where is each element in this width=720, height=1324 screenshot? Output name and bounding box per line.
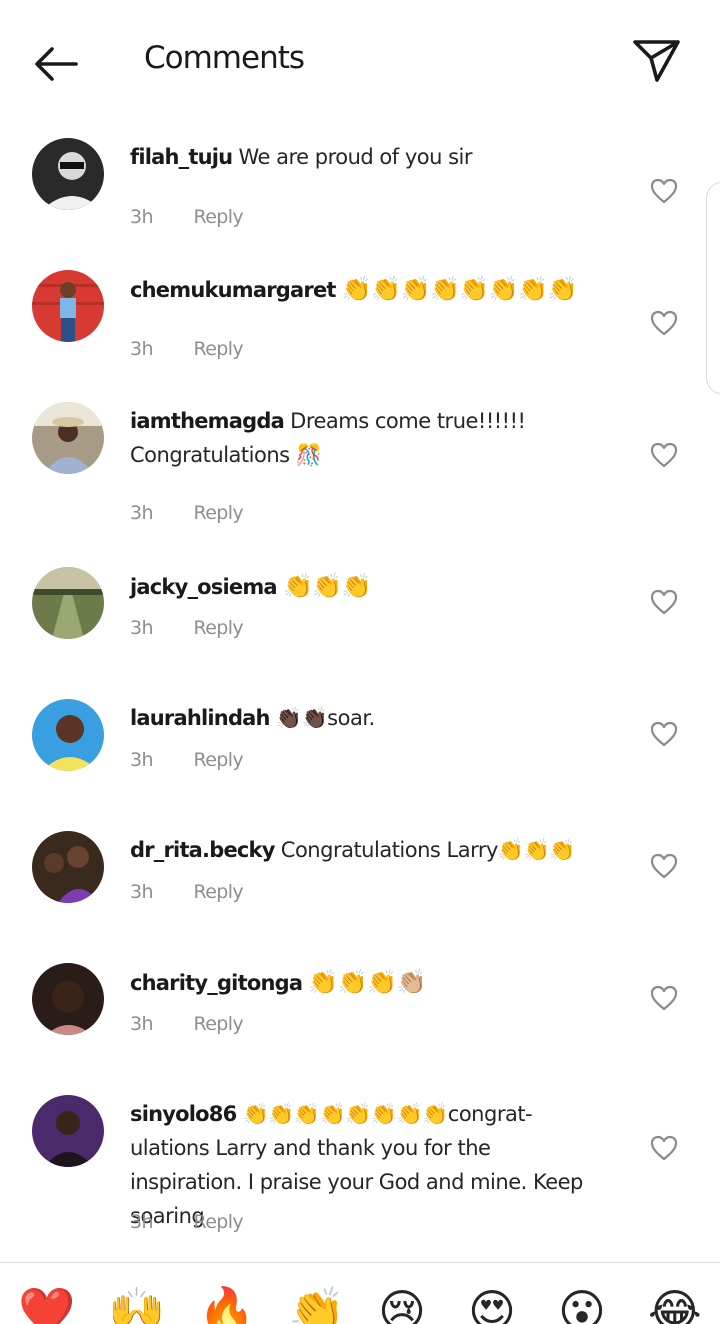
avatar[interactable] [32, 270, 104, 342]
comment-time: 3h [130, 1013, 154, 1035]
comment-body: 👏🏿👏🏿soar. [275, 706, 375, 730]
comment-time: 3h [130, 502, 154, 524]
avatar-photo [32, 402, 104, 474]
comment-time: 3h [130, 881, 154, 903]
comment-text: chemukumargaret 👏👏👏👏👏👏👏👏 [130, 272, 600, 307]
share-button[interactable] [630, 36, 684, 86]
reaction-raising-hands[interactable]: 🙌 [108, 1281, 165, 1324]
avatar-photo [32, 567, 104, 639]
comment-item: sinyolo86 👏👏👏👏👏👏👏👏congrat-ulations Larry… [0, 1095, 720, 1245]
reaction-heart-eyes[interactable]: 😍 [468, 1281, 516, 1324]
heart-outline-icon[interactable] [650, 1135, 678, 1161]
comment-time: 3h [130, 617, 154, 639]
reply-button[interactable]: Reply [193, 881, 243, 903]
reply-button[interactable]: Reply [193, 502, 243, 524]
comment-text: iamthemagda Dreams come true!!!!!! Congr… [130, 404, 600, 472]
comment-time: 3h [130, 206, 154, 228]
comment-item: filah_tuju We are proud of you sir 3h Re… [0, 138, 720, 248]
comment-body: 👏👏👏👏🏼 [308, 968, 426, 996]
comment-item: charity_gitonga 👏👏👏👏🏼 3h Reply [0, 963, 720, 1073]
comment-time: 3h [130, 1211, 154, 1233]
avatar[interactable] [32, 402, 104, 474]
heart-outline-icon[interactable] [650, 178, 678, 204]
avatar[interactable] [32, 1095, 104, 1167]
reaction-laughing[interactable]: 😂 [648, 1281, 702, 1324]
comment-item: laurahlindah 👏🏿👏🏿soar. 3h Reply [0, 699, 720, 809]
comment-body: 👏👏👏 [282, 572, 372, 600]
arrow-left-icon [35, 47, 78, 81]
comment-meta: 3h Reply [130, 1211, 244, 1233]
comment-item: iamthemagda Dreams come true!!!!!! Congr… [0, 402, 720, 542]
reply-button[interactable]: Reply [193, 617, 243, 639]
avatar-photo [32, 1095, 104, 1167]
reaction-clapping[interactable]: 👏 [288, 1281, 345, 1324]
quick-reaction-bar: ❤️ 🙌 🔥 👏 😢 😍 😮 😂 [0, 1262, 720, 1324]
avatar-photo [32, 138, 104, 210]
comment-text: laurahlindah 👏🏿👏🏿soar. [130, 701, 600, 735]
comment-meta: 3h Reply [130, 1013, 244, 1035]
avatar-photo [32, 831, 104, 903]
side-panel-edge[interactable] [706, 182, 720, 394]
avatar-photo [32, 270, 104, 342]
comment-meta: 3h Reply [130, 881, 244, 903]
reply-button[interactable]: Reply [193, 1013, 243, 1035]
comment-item: dr_rita.becky Congratulations Larry👏👏👏 3… [0, 831, 720, 941]
comment-meta: 3h Reply [130, 206, 244, 228]
heart-outline-icon[interactable] [650, 442, 678, 468]
comment-item: chemukumargaret 👏👏👏👏👏👏👏👏 3h Reply [0, 270, 720, 380]
comment-meta: 3h Reply [130, 749, 244, 771]
heart-outline-icon[interactable] [650, 985, 678, 1011]
avatar[interactable] [32, 567, 104, 639]
paper-plane-icon [633, 40, 680, 82]
reply-button[interactable]: Reply [193, 749, 243, 771]
comment-text: jacky_osiema 👏👏👏 [130, 569, 600, 604]
reaction-fire[interactable]: 🔥 [198, 1281, 255, 1324]
comment-time: 3h [130, 338, 154, 360]
comment-username[interactable]: filah_tuju [130, 145, 233, 169]
comment-time: 3h [130, 749, 154, 771]
comment-username[interactable]: dr_rita.becky [130, 838, 275, 862]
back-button[interactable] [28, 40, 84, 88]
comment-username[interactable]: iamthemagda [130, 409, 285, 433]
comment-meta: 3h Reply [130, 502, 244, 524]
comment-username[interactable]: laurahlindah [130, 706, 271, 730]
reply-button[interactable]: Reply [193, 338, 243, 360]
reply-button[interactable]: Reply [193, 1211, 243, 1233]
comment-username[interactable]: sinyolo86 [130, 1102, 237, 1126]
reaction-crying[interactable]: 😢 [378, 1281, 426, 1324]
comment-body: Congratulations Larry👏👏👏 [280, 838, 576, 862]
heart-outline-icon[interactable] [650, 853, 678, 879]
heart-outline-icon[interactable] [650, 721, 678, 747]
reaction-heart[interactable]: ❤️ [18, 1281, 75, 1324]
avatar[interactable] [32, 138, 104, 210]
comment-text: dr_rita.becky Congratulations Larry👏👏👏 [130, 833, 600, 867]
avatar[interactable] [32, 963, 104, 1035]
avatar-photo [32, 699, 104, 771]
comment-text: charity_gitonga 👏👏👏👏🏼 [130, 965, 600, 1000]
reaction-surprised[interactable]: 😮 [558, 1281, 606, 1324]
avatar[interactable] [32, 699, 104, 771]
reply-button[interactable]: Reply [193, 206, 243, 228]
comment-text: filah_tuju We are proud of you sir [130, 140, 600, 174]
comment-meta: 3h Reply [130, 338, 244, 360]
avatar-photo [32, 963, 104, 1035]
page-title: Comments [144, 40, 305, 76]
comment-username[interactable]: charity_gitonga [130, 971, 303, 995]
heart-outline-icon[interactable] [650, 589, 678, 615]
comment-username[interactable]: jacky_osiema [130, 575, 278, 599]
comment-username[interactable]: chemukumargaret [130, 278, 336, 302]
header-bar: Comments [0, 0, 720, 120]
heart-outline-icon[interactable] [650, 310, 678, 336]
comment-meta: 3h Reply [130, 617, 244, 639]
comment-body: 👏👏👏👏👏👏👏👏 [341, 275, 578, 303]
avatar[interactable] [32, 831, 104, 903]
comment-body: We are proud of you sir [238, 145, 473, 169]
comment-item: jacky_osiema 👏👏👏 3h Reply [0, 567, 720, 677]
